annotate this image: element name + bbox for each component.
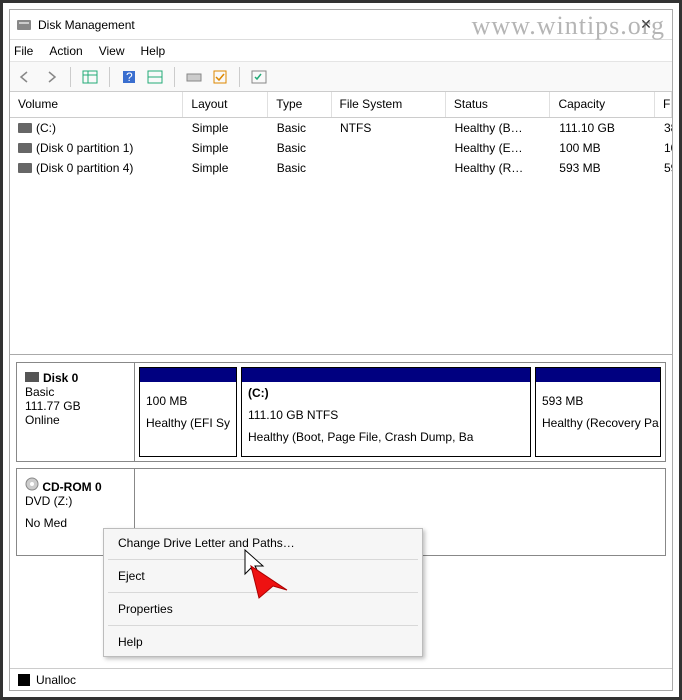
partition-bar — [140, 368, 236, 382]
toolbar: ? — [10, 62, 672, 92]
menu-help[interactable]: Help — [141, 44, 166, 58]
cell-capacity: 100 MB — [551, 139, 656, 157]
menu-view[interactable]: View — [99, 44, 125, 58]
cell-free: 100 MB — [656, 139, 672, 157]
table-row[interactable]: (Disk 0 partition 1) Simple Basic Health… — [10, 138, 672, 158]
forward-button[interactable] — [40, 66, 62, 88]
menu-separator — [108, 592, 418, 593]
separator — [174, 67, 175, 87]
cell-capacity: 593 MB — [551, 159, 656, 177]
cell-volume: (Disk 0 partition 4) — [36, 161, 133, 175]
svg-text:?: ? — [126, 70, 133, 84]
cell-status: Healthy (B… — [447, 119, 552, 137]
menu-help[interactable]: Help — [104, 628, 422, 656]
cdrom-name: CD-ROM 0 — [42, 480, 101, 494]
cell-status: Healthy (E… — [447, 139, 552, 157]
disk-icon — [25, 372, 39, 382]
table-row[interactable]: (Disk 0 partition 4) Simple Basic Health… — [10, 158, 672, 178]
cell-status: Healthy (R… — [447, 159, 552, 177]
partition[interactable]: 593 MB Healthy (Recovery Pa — [535, 367, 661, 457]
col-layout[interactable]: Layout — [183, 92, 268, 117]
partition-bar — [242, 368, 530, 382]
menubar: File Action View Help — [10, 40, 672, 62]
cell-free: 38.04 G — [656, 119, 672, 137]
col-fs[interactable]: File System — [332, 92, 446, 117]
cell-type: Basic — [269, 139, 332, 157]
volume-icon — [18, 123, 32, 133]
menu-separator — [108, 625, 418, 626]
part-size: 593 MB — [536, 390, 660, 412]
separator — [239, 67, 240, 87]
cell-fs: NTFS — [332, 119, 447, 137]
menu-action[interactable]: Action — [49, 44, 82, 58]
back-button[interactable] — [14, 66, 36, 88]
disk-icon — [16, 17, 32, 33]
partition[interactable]: (C:) 111.10 GB NTFS Healthy (Boot, Page … — [241, 367, 531, 457]
part-status: Healthy (EFI Sy — [140, 412, 236, 434]
cell-type: Basic — [269, 159, 332, 177]
settings-icon[interactable] — [144, 66, 166, 88]
cell-volume: (C:) — [36, 121, 56, 135]
volume-list-header: Volume Layout Type File System Status Ca… — [10, 92, 672, 118]
disk-state: Online — [25, 413, 126, 427]
part-size: 100 MB — [140, 390, 236, 412]
list-check-icon[interactable] — [248, 66, 270, 88]
legend-footer: Unalloc — [10, 668, 672, 690]
separator — [70, 67, 71, 87]
disk-name: Disk 0 — [43, 371, 78, 385]
col-volume[interactable]: Volume — [10, 92, 183, 117]
cell-layout: Simple — [184, 159, 269, 177]
disk-type: Basic — [25, 385, 126, 399]
menu-change-drive-letter[interactable]: Change Drive Letter and Paths… — [104, 529, 422, 557]
part-status: Healthy (Boot, Page File, Crash Dump, Ba — [242, 426, 530, 448]
unallocated-label: Unalloc — [36, 673, 76, 687]
cell-type: Basic — [269, 119, 332, 137]
cell-fs — [332, 166, 447, 170]
disk-0-partitions: 100 MB Healthy (EFI Sy (C:) 111.10 GB NT… — [135, 363, 665, 461]
col-status[interactable]: Status — [446, 92, 551, 117]
disk-0-row: Disk 0 Basic 111.77 GB Online 100 MB Hea… — [16, 362, 666, 462]
part-size: 111.10 GB NTFS — [242, 404, 530, 426]
volume-icon — [18, 143, 32, 153]
menu-eject[interactable]: Eject — [104, 562, 422, 590]
part-title: (C:) — [248, 386, 269, 400]
unallocated-swatch — [18, 674, 30, 686]
col-type[interactable]: Type — [268, 92, 331, 117]
table-row[interactable]: (C:) Simple Basic NTFS Healthy (B… 111.1… — [10, 118, 672, 138]
disk-0-label[interactable]: Disk 0 Basic 111.77 GB Online — [17, 363, 135, 461]
close-button[interactable]: ✕ — [626, 16, 666, 33]
cell-capacity: 111.10 GB — [551, 119, 656, 137]
window-title: Disk Management — [38, 18, 626, 32]
col-free[interactable]: Free Sp — [655, 92, 672, 117]
volume-icon — [18, 163, 32, 173]
part-status: Healthy (Recovery Pa — [536, 412, 660, 434]
context-menu: Change Drive Letter and Paths… Eject Pro… — [103, 528, 423, 657]
cell-volume: (Disk 0 partition 1) — [36, 141, 133, 155]
cell-fs — [332, 146, 447, 150]
cd-icon — [25, 477, 39, 491]
menu-file[interactable]: File — [14, 44, 33, 58]
separator — [109, 67, 110, 87]
volume-list[interactable]: (C:) Simple Basic NTFS Healthy (B… 111.1… — [10, 118, 672, 354]
partition-bar — [536, 368, 660, 382]
check-icon[interactable] — [209, 66, 231, 88]
cell-layout: Simple — [184, 139, 269, 157]
drive-icon[interactable] — [183, 66, 205, 88]
titlebar: Disk Management ✕ — [10, 10, 672, 40]
cell-free: 593 MB — [656, 159, 672, 177]
cdrom-drive: DVD (Z:) — [25, 494, 126, 508]
view-list-icon[interactable] — [79, 66, 101, 88]
disk-size: 111.77 GB — [25, 399, 126, 413]
partition[interactable]: 100 MB Healthy (EFI Sy — [139, 367, 237, 457]
help-icon[interactable]: ? — [118, 66, 140, 88]
cell-layout: Simple — [184, 119, 269, 137]
col-capacity[interactable]: Capacity — [550, 92, 655, 117]
menu-separator — [108, 559, 418, 560]
menu-properties[interactable]: Properties — [104, 595, 422, 623]
